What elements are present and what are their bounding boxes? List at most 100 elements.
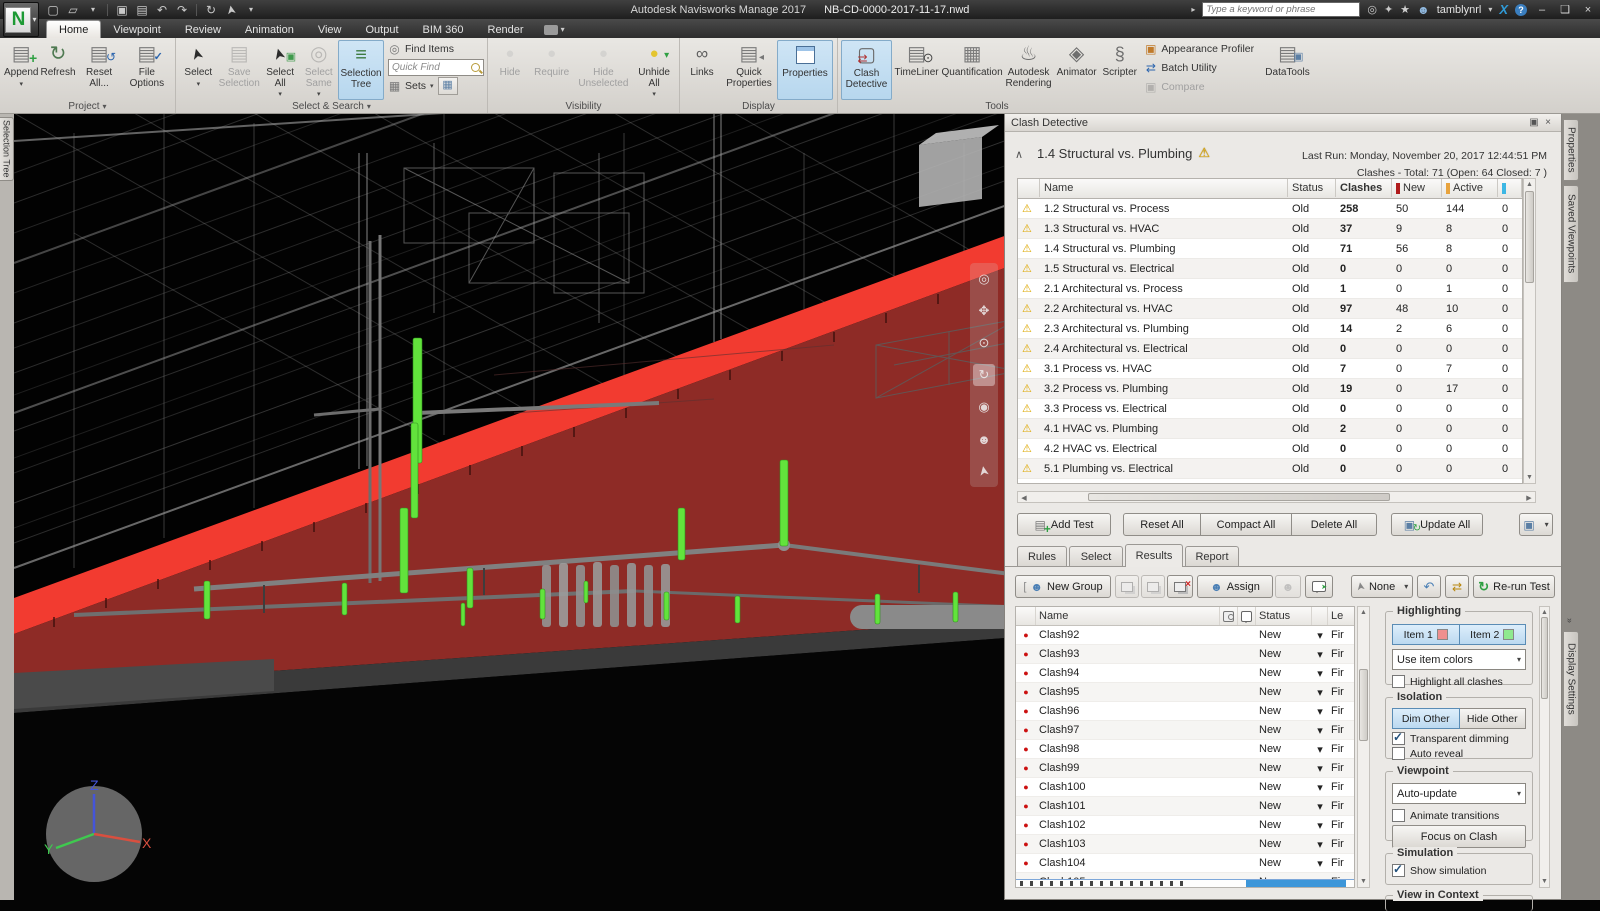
redo-icon[interactable]: ↷: [173, 3, 191, 17]
dim-other-button[interactable]: Dim Other: [1392, 708, 1460, 729]
explode-group-button[interactable]: [1167, 575, 1193, 598]
refresh-button[interactable]: Refresh: [39, 40, 76, 100]
properties-button[interactable]: Properties: [777, 40, 833, 100]
clash-test-row[interactable]: ⚠ 2.2 Architectural vs. HVAC Old 97 48 1…: [1018, 299, 1522, 319]
clash-test-row[interactable]: ⚠ 3.3 Process vs. Electrical Old 0 0 0 0: [1018, 399, 1522, 419]
filter-dropdown[interactable]: ➤ None: [1351, 575, 1413, 598]
help-icon[interactable]: ?: [1515, 4, 1527, 16]
panel-titlebar[interactable]: Clash Detective ▣ ×: [1005, 114, 1561, 132]
ribbon-tab[interactable]: Animation: [233, 21, 306, 38]
rcol-dot[interactable]: [1016, 607, 1036, 625]
manage-sets-button[interactable]: ▦: [438, 77, 458, 95]
test-options-button[interactable]: ▣: [1519, 513, 1553, 536]
transparent-dimming-checkbox[interactable]: Transparent dimming: [1392, 732, 1526, 745]
group-label-visibility[interactable]: Visibility: [488, 100, 679, 113]
clash-result-row[interactable]: ● Clash97 New ▾ Fir: [1016, 721, 1354, 740]
rcol-comment[interactable]: [1238, 607, 1256, 625]
rcol-status[interactable]: Status: [1256, 607, 1312, 625]
restore-button[interactable]: ❑: [1557, 3, 1573, 16]
partially-visible-selected-row[interactable]: [1016, 879, 1354, 887]
sign-in-user-icon[interactable]: ☻: [1417, 3, 1430, 17]
clash-test-row[interactable]: ⚠ 5.1 Plumbing vs. Electrical Old 0 0 0 …: [1018, 459, 1522, 479]
status-dropdown-caret[interactable]: ▾: [1312, 816, 1328, 834]
rcol-image[interactable]: [1220, 607, 1238, 625]
rcol-level[interactable]: Le: [1328, 607, 1354, 625]
application-menu-button[interactable]: N ▾: [3, 2, 39, 37]
tab-results[interactable]: Results: [1125, 544, 1183, 567]
look-around-icon[interactable]: ◉: [973, 396, 995, 418]
unhide-all-button[interactable]: Unhide All: [632, 40, 676, 100]
select-button[interactable]: Select: [179, 40, 218, 100]
group-label-tools[interactable]: Tools: [838, 100, 1156, 113]
collapse-test-chevron-icon[interactable]: ∧: [1015, 148, 1023, 161]
timeliner-button[interactable]: TimeLiner: [892, 40, 941, 100]
ribbon-tab[interactable]: Home: [46, 20, 101, 38]
highlight-all-clashes-checkbox[interactable]: Highlight all clashes: [1392, 675, 1526, 688]
orbit-icon[interactable]: ↻: [973, 364, 995, 386]
clash-result-row[interactable]: ● Clash95 New ▾ Fir: [1016, 683, 1354, 702]
save-selection-button[interactable]: Save Selection: [218, 40, 261, 100]
hide-button[interactable]: Hide: [491, 40, 529, 100]
tests-table-vscrollbar[interactable]: ▲▼: [1523, 178, 1536, 484]
refresh-model-icon[interactable]: ↻: [202, 3, 220, 17]
rerun-test-button[interactable]: ↻ Re-run Test: [1473, 575, 1555, 598]
add-test-button[interactable]: ▤ Add Test: [1017, 513, 1111, 536]
new-group-button[interactable]: [☻ New Group: [1015, 575, 1111, 598]
group-label-project[interactable]: Project: [0, 100, 175, 113]
exchange-apps-icon[interactable]: X: [1499, 2, 1508, 17]
clash-result-row[interactable]: ● Clash98 New ▾ Fir: [1016, 740, 1354, 759]
dock-chevron-icon[interactable]: »: [1565, 618, 1575, 623]
sets-button[interactable]: ▦ Sets ▾: [388, 77, 434, 95]
clash-result-row[interactable]: ● Clash102 New ▾ Fir: [1016, 816, 1354, 835]
col-reviewed[interactable]: [1498, 179, 1522, 197]
status-dropdown-caret[interactable]: ▾: [1312, 778, 1328, 796]
col-status[interactable]: Status: [1288, 179, 1336, 197]
animator-button[interactable]: Animator: [1054, 40, 1099, 100]
file-options-button[interactable]: File Options: [122, 40, 172, 100]
quantification-button[interactable]: Quantification: [941, 40, 1003, 100]
viewport-3d[interactable]: ◎ ✥ ⊙ ↻ ◉ ☻ ➤ Z Y X: [14, 113, 1018, 900]
saved-viewpoints-tab[interactable]: Saved Viewpoints: [1563, 185, 1579, 283]
pin-panel-icon[interactable]: ▣: [1527, 117, 1541, 128]
show-simulation-checkbox[interactable]: Show simulation: [1392, 864, 1526, 877]
select-same-button[interactable]: Select Same: [299, 40, 338, 100]
communication-center-icon[interactable]: ✦: [1384, 3, 1393, 16]
checkbox-icon[interactable]: [1392, 675, 1405, 688]
delete-all-button[interactable]: Delete All: [1291, 513, 1377, 536]
batch-utility-button[interactable]: ⇄ Batch Utility: [1144, 59, 1256, 77]
clash-result-row[interactable]: ● Clash100 New ▾ Fir: [1016, 778, 1354, 797]
col-icon[interactable]: [1018, 179, 1040, 197]
close-button[interactable]: ×: [1580, 4, 1596, 16]
select-all-button[interactable]: Select All: [261, 40, 300, 100]
require-button[interactable]: Require: [529, 40, 575, 100]
clash-test-row[interactable]: ⚠ 4.2 HVAC vs. Electrical Old 0 0 0 0: [1018, 439, 1522, 459]
find-items-button[interactable]: ◎ Find Items: [388, 40, 484, 58]
qat-caret-icon[interactable]: ▾: [242, 5, 260, 14]
group-label-display[interactable]: Display: [680, 100, 837, 113]
reset-all-button[interactable]: Reset All: [1123, 513, 1201, 536]
walk-icon[interactable]: ☻: [973, 428, 995, 450]
clash-test-row[interactable]: ⚠ 4.1 HVAC vs. Plumbing Old 2 0 0 0: [1018, 419, 1522, 439]
status-dropdown-caret[interactable]: ▾: [1312, 721, 1328, 739]
append-button[interactable]: Append: [3, 40, 39, 100]
scripter-button[interactable]: Scripter: [1099, 40, 1140, 100]
undo-button[interactable]: ↶: [1417, 575, 1441, 598]
assign-button[interactable]: ☻ Assign: [1197, 575, 1273, 598]
tab-rules[interactable]: Rules: [1017, 546, 1067, 566]
checkbox-checked-icon[interactable]: [1392, 732, 1405, 745]
item1-toggle[interactable]: Item 1: [1392, 624, 1460, 645]
pan-hand-icon[interactable]: ✥: [973, 300, 995, 322]
add-comment-button[interactable]: [1305, 575, 1333, 598]
selection-tree-button[interactable]: Selection Tree: [338, 40, 384, 100]
print-icon[interactable]: ▤: [133, 3, 151, 17]
options-vscrollbar[interactable]: ▲▼: [1539, 606, 1550, 888]
clash-test-row[interactable]: ⚠ 1.2 Structural vs. Process Old 258 50 …: [1018, 199, 1522, 219]
new-document-icon[interactable]: ▢: [44, 3, 62, 17]
undo-icon[interactable]: ↶: [153, 3, 171, 17]
update-all-button[interactable]: ▣ Update All: [1391, 513, 1483, 536]
save-icon[interactable]: ▣: [113, 3, 131, 17]
links-button[interactable]: Links: [683, 40, 721, 100]
workspace-switch-icon[interactable]: [544, 21, 565, 38]
use-item-colors-dropdown[interactable]: Use item colors: [1392, 649, 1526, 670]
status-dropdown-caret[interactable]: ▾: [1312, 702, 1328, 720]
